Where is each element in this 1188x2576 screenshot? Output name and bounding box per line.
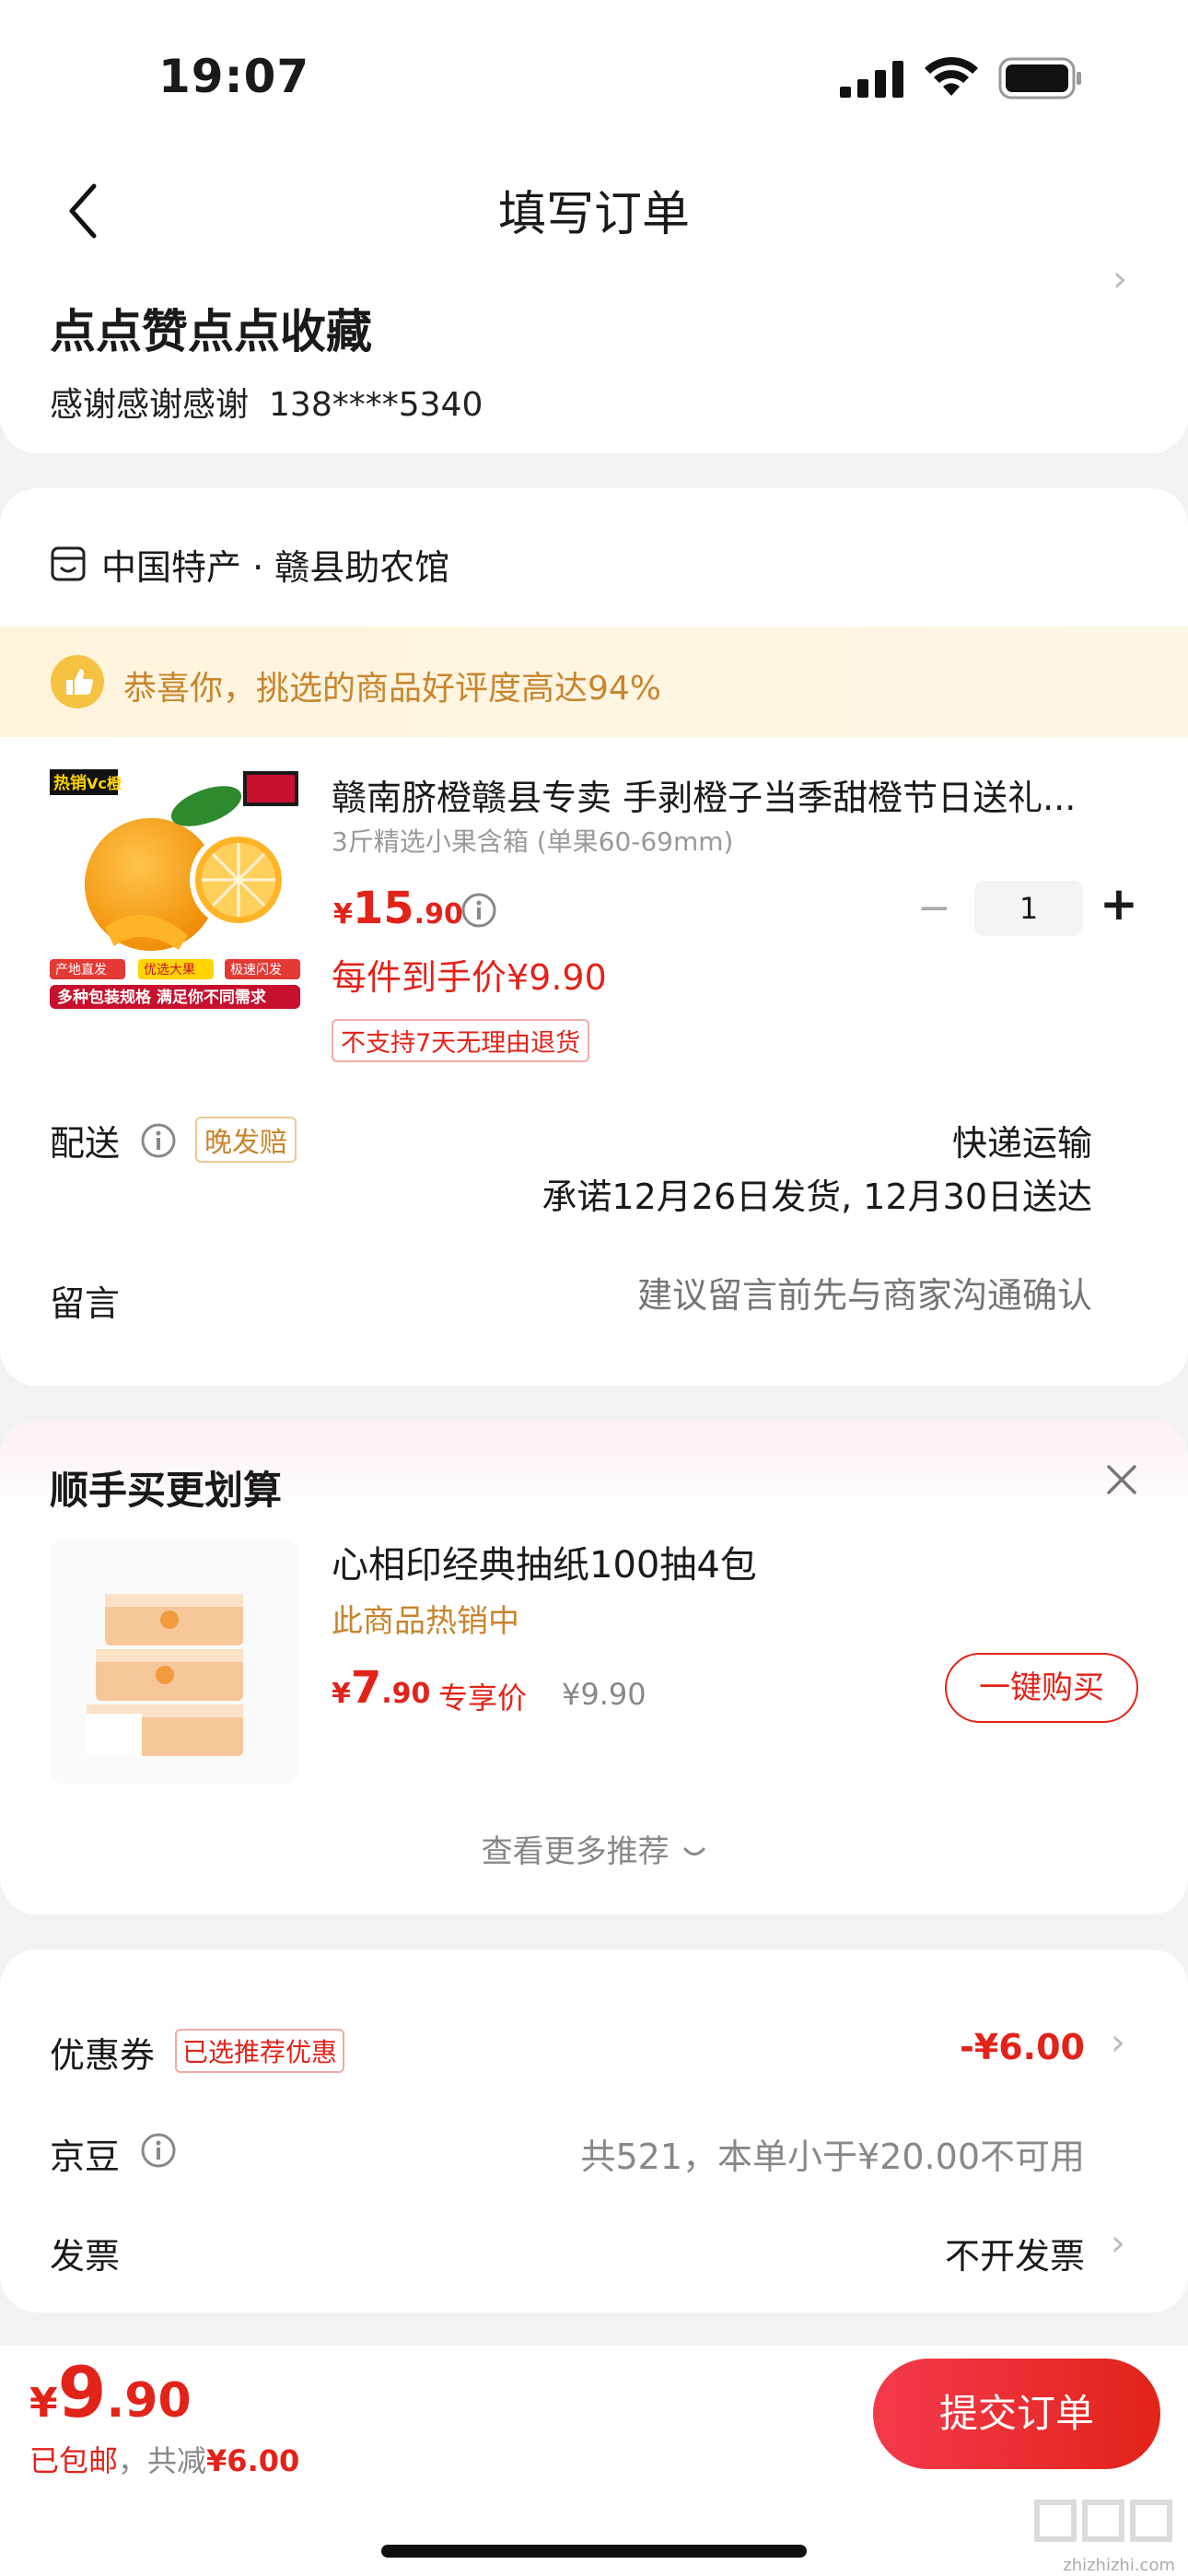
tissue-product-image[interactable]: [50, 1539, 298, 1784]
address-card[interactable]: 点点赞点点收藏 感谢感谢感谢 138****5340 ›: [0, 258, 1188, 453]
more-recommend-label: 查看更多推荐: [481, 1833, 670, 1870]
delivery-promise: 承诺12月26日发货, 12月30日送达: [542, 1177, 1092, 1217]
nav-bar: 填写订单: [0, 147, 1188, 267]
quantity-value[interactable]: 1: [974, 881, 1083, 936]
submit-order-button[interactable]: 提交订单: [873, 2359, 1160, 2469]
shop-card: 中国特产 · 赣县助农馆 恭喜你，挑选的商品好评度高达94% 热销 Vc橙 产地…: [0, 488, 1188, 1386]
coupon-row[interactable]: 优惠券 已选推荐优惠 -¥6.00 ›: [0, 2001, 1188, 2101]
orange-product-image[interactable]: 热销 Vc橙 产地直发 优选大果 极速闪发 多种包装规格 满足你不同需求: [50, 769, 300, 1009]
one-click-buy-button[interactable]: 一键购买: [945, 1653, 1138, 1723]
saved-prefix: ，共减: [118, 2443, 207, 2478]
net-price: 每件到手价¥9.90: [332, 957, 607, 998]
total-summary: 已包邮，共减¥6.00: [29, 2438, 299, 2480]
chevron-right-icon: ›: [1111, 2021, 1125, 2064]
invoice-row[interactable]: 发票 不开发票 ›: [0, 2202, 1188, 2301]
coupon-label: 优惠券: [50, 2035, 156, 2076]
delivery-method[interactable]: 快递运输: [952, 1115, 1092, 1165]
recommend-item-name[interactable]: 心相印经典抽纸100抽4包: [332, 1535, 757, 1588]
recommend-exclusive-label: 专享价: [438, 1680, 528, 1715]
image-hot-label: 热销: [53, 773, 87, 793]
image-vc-label: Vc橙: [87, 775, 122, 792]
message-input[interactable]: [448, 1275, 1092, 1316]
return-policy-badge: 不支持7天无理由退货: [332, 1019, 590, 1062]
status-time: 19:07: [158, 50, 310, 103]
signal-icon: [840, 61, 903, 98]
image-select-label: 优选大果: [144, 963, 195, 978]
checkout-bar: ¥9.90 已包邮，共减¥6.00 提交订单 zhizhizhi.com: [0, 2346, 1188, 2576]
total-price: ¥9.90: [29, 2351, 192, 2433]
address-contact: 感谢感谢感谢 138****5340: [50, 378, 483, 426]
price-info-icon[interactable]: [460, 892, 497, 929]
battery-icon: [998, 57, 1081, 100]
wifi-icon: [925, 56, 978, 96]
store-icon: [51, 546, 86, 581]
store-name[interactable]: 中国特产 · 赣县助农馆: [101, 539, 449, 590]
quantity-minus-button[interactable]: −: [917, 884, 951, 931]
shipping-free-label: 已包邮: [29, 2443, 119, 2478]
home-indicator[interactable]: [381, 2545, 807, 2558]
saved-amount: ¥6.00: [206, 2443, 300, 2478]
image-slogan: 多种包装规格 满足你不同需求: [57, 988, 266, 1007]
recommend-item-hot: 此商品热销中: [332, 1603, 519, 1640]
jd-beans-value: 共521，本单小于¥20.00不可用: [580, 2137, 1086, 2177]
jd-beans-row: 京豆 共521，本单小于¥20.00不可用: [0, 2102, 1188, 2202]
delivery-label: 配送: [50, 1123, 121, 1164]
chevron-down-icon: [683, 1847, 705, 1856]
recommend-card: 顺手买更划算 心相印经典抽纸100抽4包 此商品热销中 ¥7.90 专享价 ¥9…: [0, 1421, 1188, 1914]
jd-beans-label: 京豆: [50, 2137, 121, 2177]
chevron-right-icon: ›: [1112, 258, 1127, 300]
watermark-text: zhizhizhi.com: [1063, 2556, 1175, 2575]
message-label: 留言: [50, 1283, 121, 1324]
address-name: 点点赞点点收藏: [50, 305, 372, 358]
recommend-title: 顺手买更划算: [50, 1468, 283, 1513]
rating-banner-text: 恭喜你，挑选的商品好评度高达94%: [123, 670, 662, 708]
quantity-plus-button[interactable]: +: [1100, 877, 1138, 931]
recommend-original-price: ¥9.90: [562, 1677, 646, 1712]
invoice-label: 发票: [50, 2236, 121, 2277]
image-origin-label: 产地直发: [55, 962, 107, 978]
coupon-value: -¥6.00: [960, 2027, 1085, 2067]
page-title: 填写订单: [497, 187, 690, 242]
invoice-value: 不开发票: [944, 2236, 1085, 2277]
delivery-info-icon[interactable]: [140, 1122, 177, 1159]
product-title[interactable]: 赣南脐橙赣县专卖 手剥橙子当季甜橙节日送礼...: [332, 769, 1124, 820]
recipient-phone: 138****5340: [269, 386, 483, 424]
product-spec[interactable]: 3斤精选小果含箱 (单果60-69mm): [332, 822, 733, 859]
late-compensation-tag: 晚发赔: [195, 1117, 297, 1163]
rating-banner: 恭喜你，挑选的商品好评度高达94%: [0, 626, 1188, 737]
image-fast-label: 极速闪发: [230, 963, 282, 978]
recipient-name: 感谢感谢感谢: [50, 386, 250, 424]
recommend-item-price: ¥7.90: [332, 1662, 431, 1714]
fees-card: 优惠券 已选推荐优惠 -¥6.00 › 京豆 共521，本单小于¥20.00不可…: [0, 1950, 1188, 2313]
more-recommend-link[interactable]: 查看更多推荐: [0, 1826, 1188, 1871]
beans-info-icon[interactable]: [140, 2132, 177, 2169]
product-price: ¥15.90: [333, 883, 463, 934]
coupon-tag: 已选推荐优惠: [175, 2029, 345, 2073]
thumbs-up-icon: [51, 655, 104, 708]
chevron-right-icon: ›: [1111, 2222, 1125, 2265]
status-bar: 19:07: [0, 0, 1188, 147]
close-icon[interactable]: [1101, 1459, 1142, 1500]
